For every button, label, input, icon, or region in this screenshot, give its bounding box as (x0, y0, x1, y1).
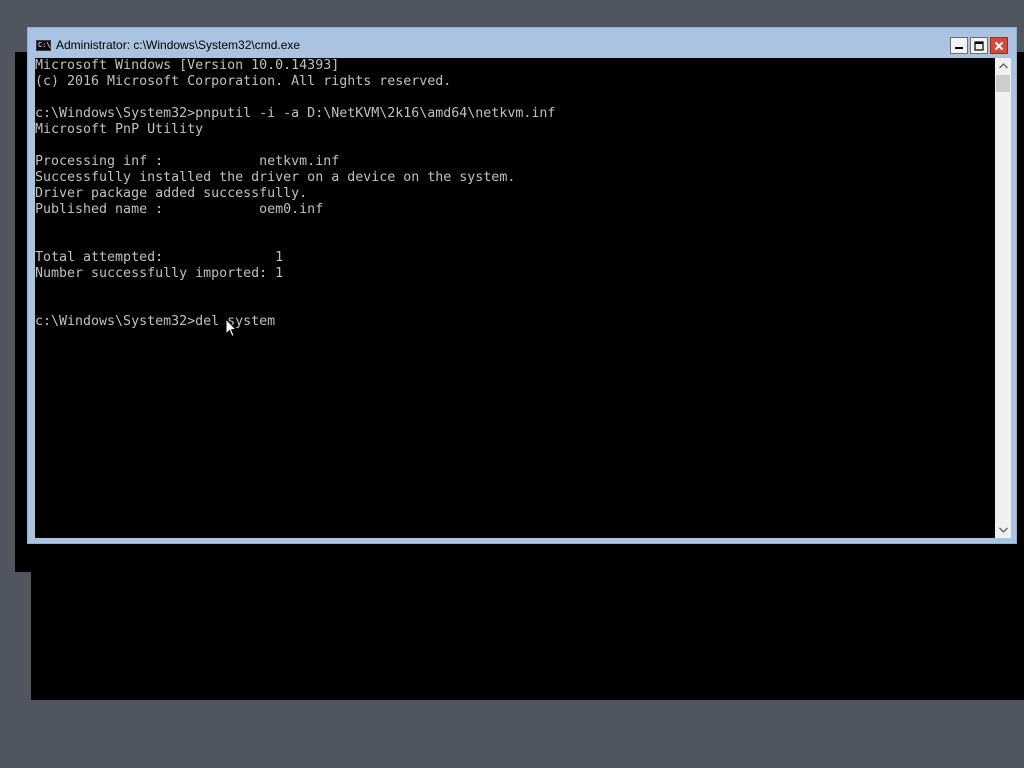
console-line: (c) 2016 Microsoft Corporation. All righ… (35, 74, 452, 89)
console-line: Successfully installed the driver on a d… (35, 170, 516, 185)
window-title: Administrator: c:\Windows\System32\cmd.e… (56, 38, 301, 52)
console-line: Total attempted: 1 (35, 250, 284, 265)
cmd-window: C:\. Administrator: c:\Windows\System32\… (27, 27, 1017, 544)
maximize-icon (974, 40, 984, 51)
console-line: Microsoft Windows [Version 10.0.14393] (35, 58, 340, 73)
console-area[interactable]: Microsoft Windows [Version 10.0.14393] (… (35, 58, 1011, 538)
scrollbar-thumb[interactable] (996, 75, 1010, 92)
mouse-pointer-icon (225, 318, 237, 338)
console-line: Published name : oem0.inf (35, 202, 324, 217)
vertical-scrollbar[interactable] (995, 58, 1011, 538)
console-output: Microsoft Windows [Version 10.0.14393] (… (35, 58, 995, 538)
maximize-button[interactable] (970, 37, 988, 54)
chevron-down-icon (998, 527, 1008, 533)
scroll-down-button[interactable] (995, 522, 1011, 538)
minimize-icon (955, 46, 963, 49)
close-icon (994, 41, 1004, 50)
console-line: Processing inf : netkvm.inf (35, 154, 340, 169)
console-line: Driver package added successfully. (35, 186, 308, 201)
console-line: c:\Windows\System32>pnputil -i -a D:\Net… (35, 106, 556, 121)
chevron-up-icon (998, 63, 1008, 69)
title-bar[interactable]: C:\. Administrator: c:\Windows\System32\… (28, 28, 1016, 58)
console-line: Number successfully imported: 1 (35, 266, 284, 281)
close-button[interactable] (990, 37, 1008, 54)
console-line: Microsoft PnP Utility (35, 122, 204, 137)
minimize-button[interactable] (950, 37, 968, 54)
scroll-up-button[interactable] (995, 58, 1011, 74)
cmd-icon: C:\. (36, 40, 51, 51)
command-prompt-line[interactable]: c:\Windows\System32>del system (35, 314, 275, 330)
background-console-area-lower (31, 540, 1024, 700)
